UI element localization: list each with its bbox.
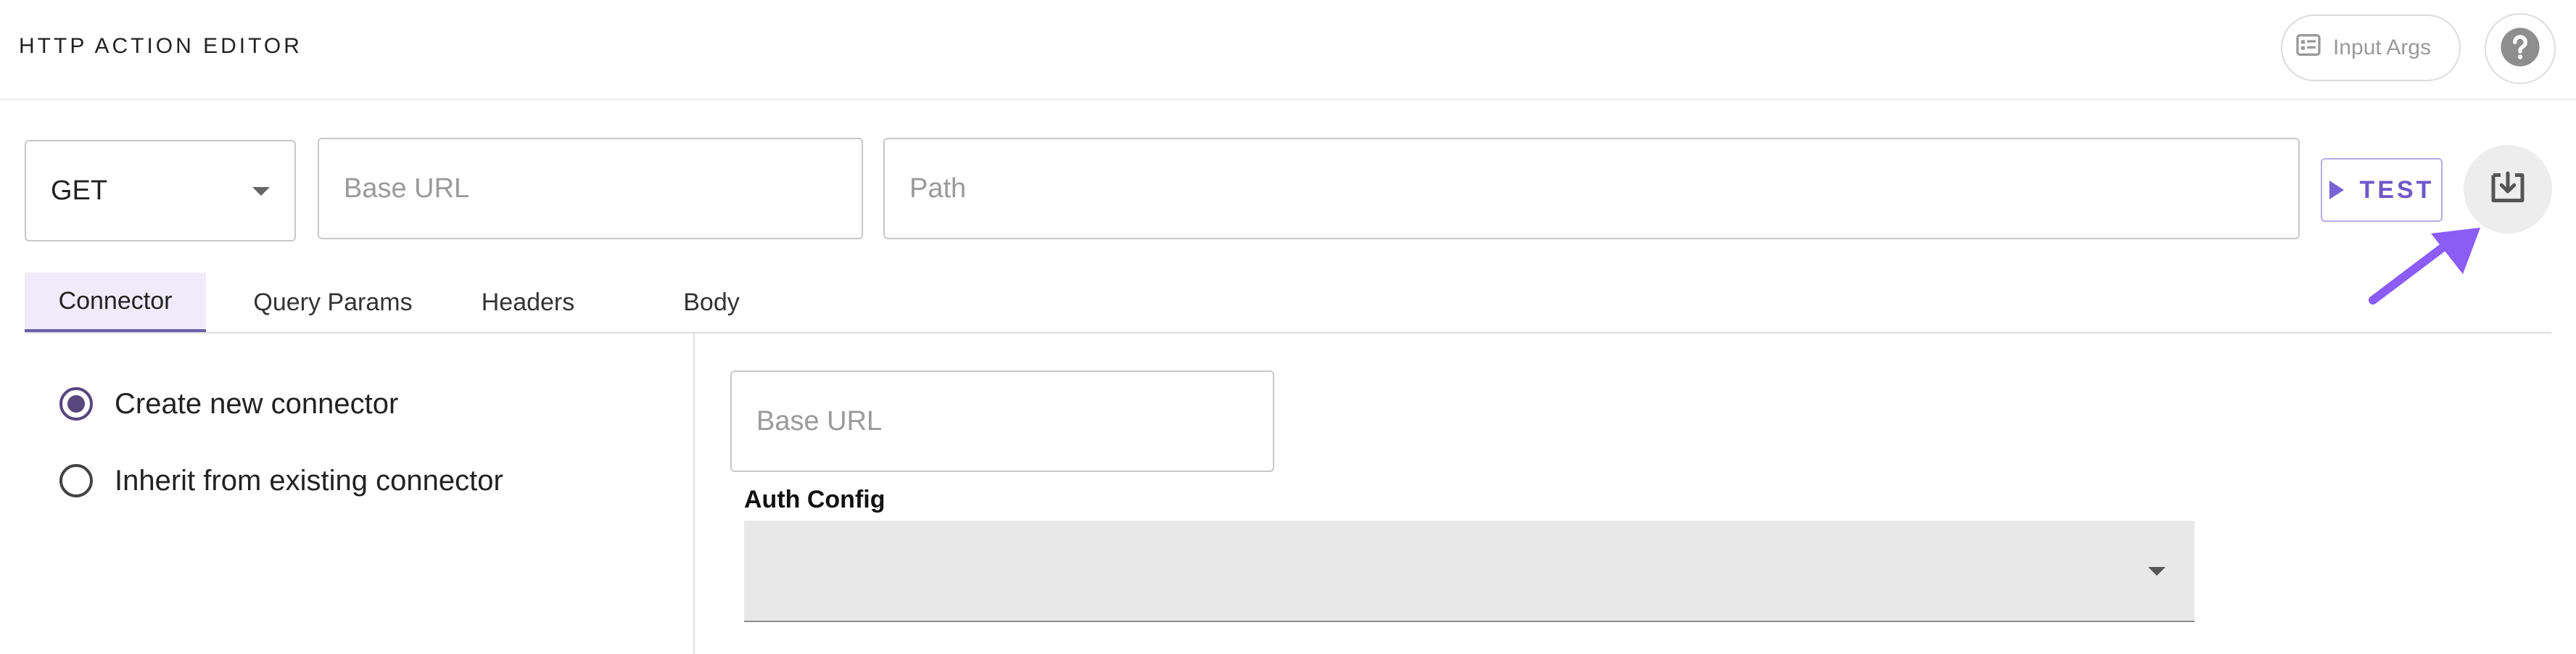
chevron-down-icon	[2148, 567, 2166, 576]
radio-label: Create new connector	[115, 387, 399, 420]
input-args-label: Input Args	[2333, 36, 2432, 59]
connector-base-url-field	[730, 371, 1274, 472]
method-select[interactable]: GET	[25, 140, 296, 241]
radio-create-new-connector[interactable]: Create new connector	[59, 387, 398, 421]
connector-base-url-input[interactable]	[732, 372, 1273, 471]
tab-body[interactable]: Body	[621, 273, 802, 332]
radio-checked-icon[interactable]	[59, 387, 93, 421]
help-button[interactable]	[2485, 13, 2556, 84]
base-url-field	[318, 138, 863, 239]
path-field	[883, 138, 2300, 239]
radio-inherit-existing-connector[interactable]: Inherit from existing connector	[59, 464, 503, 497]
radio-label: Inherit from existing connector	[115, 464, 503, 497]
auth-config-label: Auth Config	[744, 486, 886, 513]
input-args-icon	[2294, 30, 2323, 65]
play-icon	[2329, 181, 2344, 199]
input-args-button[interactable]: Input Args	[2281, 15, 2461, 81]
radio-unchecked-icon[interactable]	[59, 464, 93, 497]
tab-connector[interactable]: Connector	[25, 273, 206, 332]
download-icon	[2486, 166, 2530, 213]
header-bar: HTTP ACTION EDITOR Input Args	[0, 0, 2576, 100]
tab-headers[interactable]: Headers	[439, 273, 616, 332]
test-button[interactable]: TEST	[2321, 158, 2443, 222]
tab-bar: Connector Query Params Headers Body	[25, 273, 2551, 334]
path-input[interactable]	[885, 139, 2298, 238]
tab-query-params[interactable]: Query Params	[228, 273, 438, 332]
method-value: GET	[51, 175, 108, 206]
test-label: TEST	[2359, 175, 2435, 204]
help-circle-icon	[2499, 26, 2541, 72]
page-title: HTTP ACTION EDITOR	[19, 34, 302, 58]
auth-config-select[interactable]	[744, 521, 2195, 622]
http-action-editor: HTTP ACTION EDITOR Input Args GET Base U…	[0, 0, 2576, 654]
base-url-input[interactable]	[319, 139, 862, 238]
chevron-down-icon	[252, 187, 270, 196]
panel-divider	[693, 334, 695, 654]
